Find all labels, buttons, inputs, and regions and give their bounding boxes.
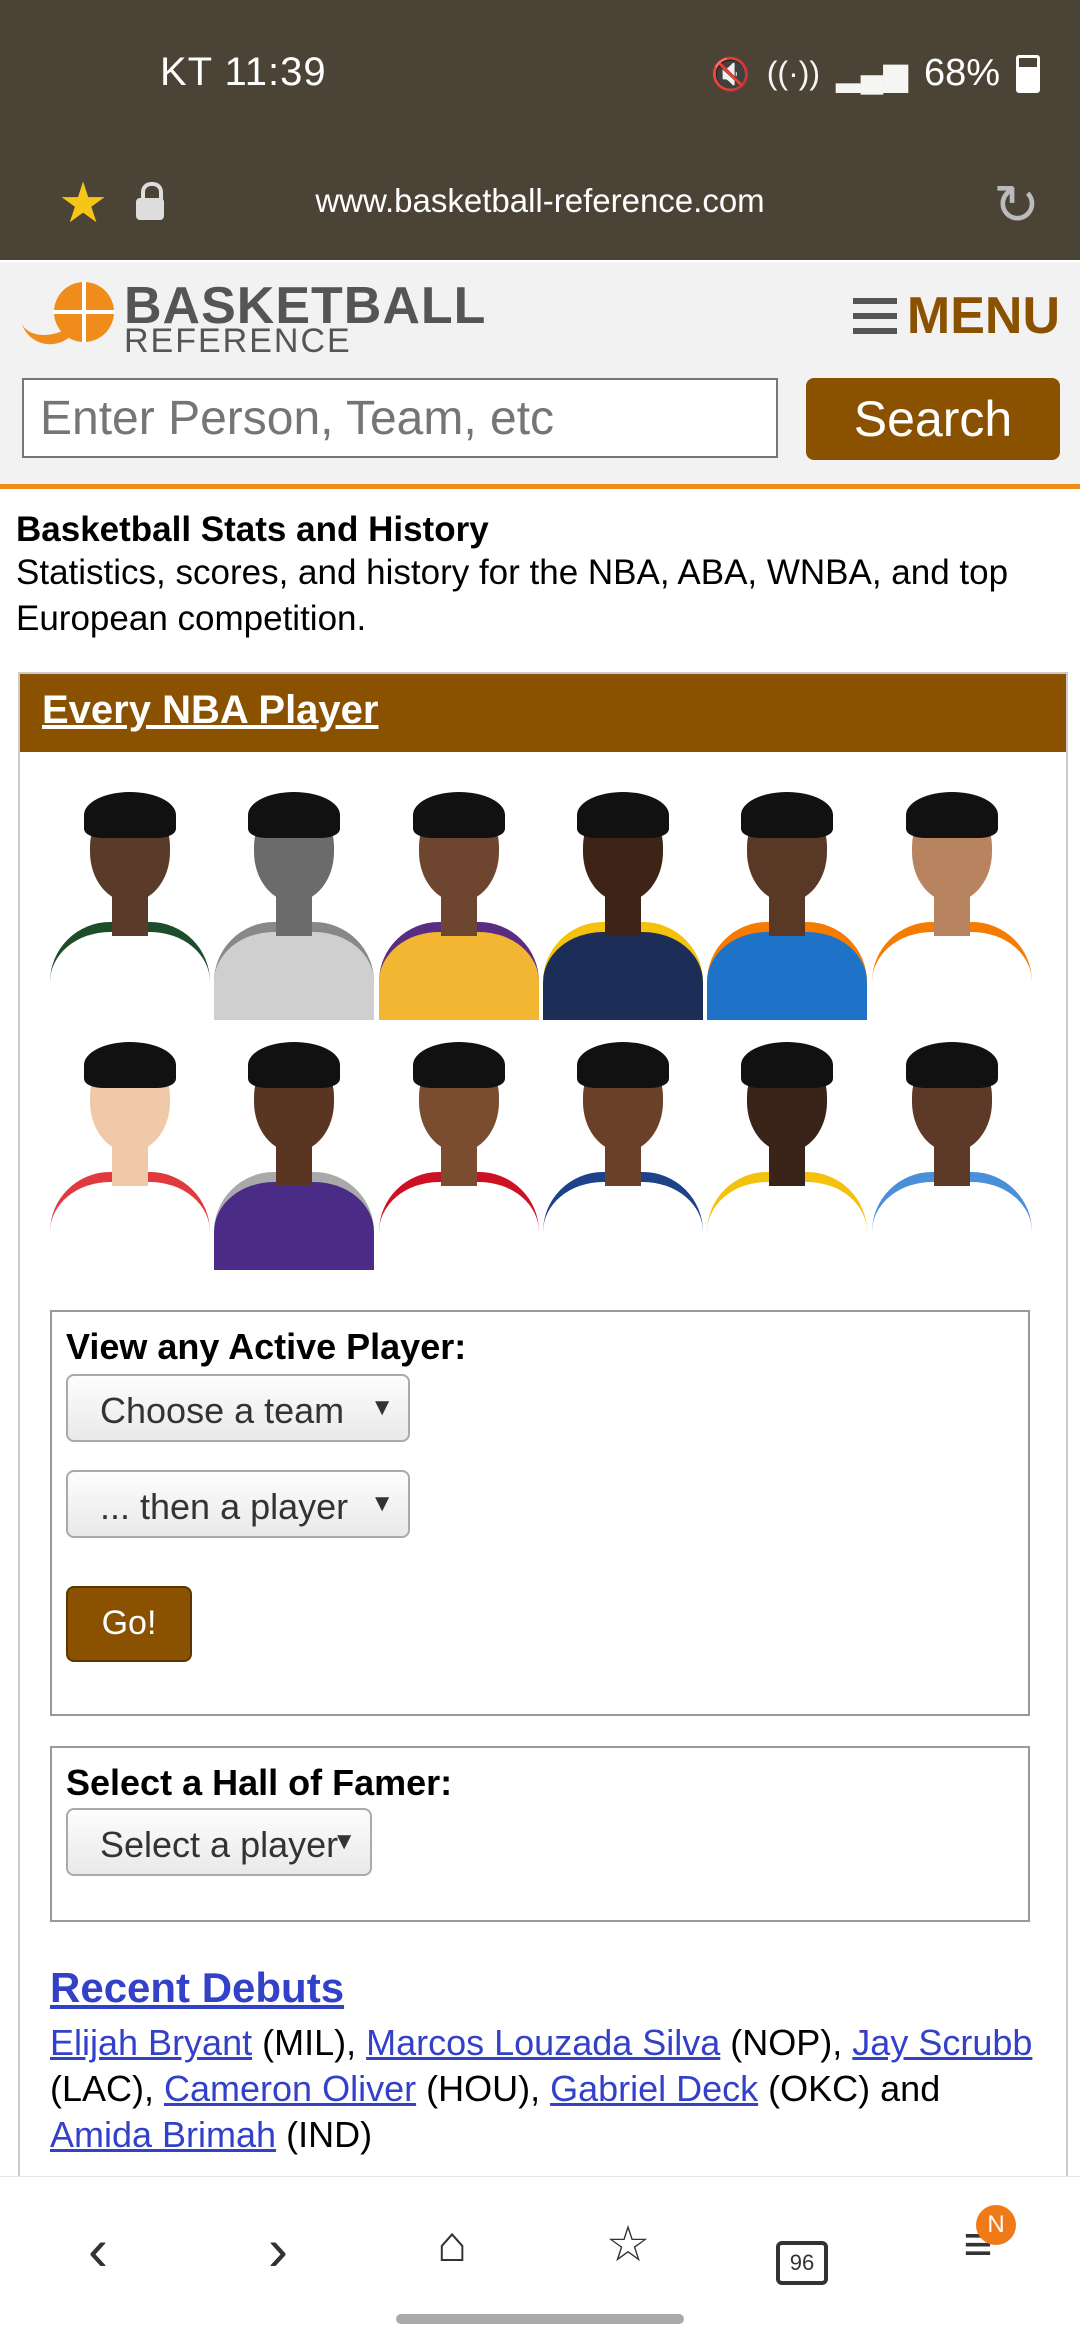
bookmarks-icon[interactable]: ☆	[588, 2215, 668, 2295]
debut-team: (NOP),	[720, 2022, 853, 2063]
debut-player-link[interactable]: Cameron Oliver	[164, 2068, 416, 2109]
wifi-icon: ((·))	[766, 55, 821, 91]
dropdown-arrow-icon: ▼	[332, 1828, 356, 1855]
player-photo[interactable]	[214, 1024, 375, 1270]
intro-text: Statistics, scores, and history for the …	[16, 553, 1009, 638]
debut-player-link[interactable]: Amida Brimah	[50, 2114, 276, 2155]
forward-icon[interactable]: ›	[238, 2215, 318, 2295]
search-input[interactable]	[22, 378, 778, 458]
debut-team: (OKC) and	[758, 2068, 941, 2109]
status-bar: KT 11:39 🔇 ((·)) ▂▄▆ 68%	[0, 0, 1080, 160]
menu-icon[interactable]: ≡ N	[938, 2205, 1018, 2295]
debut-player-link[interactable]: Marcos Louzada Silva	[366, 2022, 720, 2063]
player-photo[interactable]	[50, 774, 210, 1020]
team-select-value: Choose a team	[100, 1390, 345, 1431]
dropdown-arrow-icon: ▼	[370, 1394, 394, 1421]
battery-icon	[1016, 54, 1040, 93]
debut-player-link[interactable]: Jay Scrubb	[852, 2022, 1032, 2063]
search-button[interactable]: Search	[806, 378, 1060, 460]
player-photo[interactable]	[707, 774, 868, 1020]
player-photo-grid	[50, 774, 1034, 1270]
dropdown-arrow-icon: ▼	[370, 1490, 394, 1517]
player-photo[interactable]	[871, 774, 1032, 1020]
player-photo[interactable]	[214, 774, 375, 1020]
player-photo[interactable]	[707, 1024, 868, 1270]
player-select[interactable]: ... then a player ▼	[66, 1470, 410, 1538]
go-button[interactable]: Go!	[66, 1586, 192, 1662]
active-player-form: View any Active Player: Choose a team ▼ …	[50, 1310, 1030, 1716]
player-photo[interactable]	[378, 774, 539, 1020]
gesture-bar	[396, 2314, 684, 2324]
notification-badge: N	[976, 2205, 1016, 2245]
recent-debuts-list: Elijah Bryant (MIL), Marcos Louzada Silv…	[50, 2020, 1040, 2158]
battery-percent: 68%	[923, 52, 1000, 94]
player-photo[interactable]	[871, 1024, 1032, 1270]
recent-debuts: Recent Debuts Elijah Bryant (MIL), Marco…	[50, 1964, 1040, 2158]
player-select-value: ... then a player	[100, 1486, 349, 1527]
mute-icon: 🔇	[710, 55, 751, 92]
hall-of-fame-select[interactable]: Select a player ▼	[66, 1808, 372, 1876]
hall-of-fame-label: Select a Hall of Famer:	[66, 1762, 453, 1803]
home-icon[interactable]: ⌂	[412, 2215, 492, 2295]
menu-button[interactable]: MENU	[852, 286, 1060, 346]
logo-subtitle[interactable]: REFERENCE	[124, 322, 352, 361]
site-header: BASKETBALL REFERENCE MENU Search	[0, 262, 1080, 489]
intro-title: Basketball Stats and History	[16, 510, 489, 549]
browser-url-bar: ★ www.basketball-reference.com ↻	[0, 160, 1080, 260]
debut-team: (HOU),	[416, 2068, 551, 2109]
section-header: Every NBA Player	[20, 674, 1066, 752]
tabs-count: 96	[776, 2241, 828, 2285]
player-photo[interactable]	[50, 1024, 210, 1270]
debut-player-link[interactable]: Elijah Bryant	[50, 2022, 252, 2063]
player-photo[interactable]	[378, 1024, 539, 1270]
status-icons: 🔇 ((·)) ▂▄▆ 68%	[711, 52, 1040, 95]
hamburger-icon	[852, 298, 897, 334]
url-text[interactable]: www.basketball-reference.com	[0, 182, 1080, 220]
every-nba-player-link[interactable]: Every NBA Player	[42, 688, 378, 733]
basketball-logo-icon[interactable]	[17, 278, 118, 351]
player-photo[interactable]	[542, 1024, 703, 1270]
back-icon[interactable]: ‹	[58, 2215, 138, 2295]
hall-of-fame-select-value: Select a player	[100, 1824, 339, 1865]
debut-team: (LAC),	[50, 2068, 165, 2109]
debut-team: (MIL),	[252, 2022, 367, 2063]
status-carrier-time: KT 11:39	[160, 50, 327, 94]
tabs-button[interactable]: 96	[762, 2215, 842, 2295]
active-player-label: View any Active Player:	[66, 1326, 467, 1367]
intro: Basketball Stats and History Statistics,…	[16, 510, 1066, 642]
menu-label: MENU	[906, 287, 1060, 345]
recent-debuts-title[interactable]: Recent Debuts	[50, 1964, 1040, 2012]
player-photo[interactable]	[542, 774, 703, 1020]
hall-of-fame-form: Select a Hall of Famer: Select a player …	[50, 1746, 1030, 1922]
debut-player-link[interactable]: Gabriel Deck	[550, 2068, 758, 2109]
reload-icon[interactable]: ↻	[993, 172, 1040, 238]
debut-team: (IND)	[276, 2114, 373, 2155]
signal-icon: ▂▄▆	[836, 55, 908, 92]
team-select[interactable]: Choose a team ▼	[66, 1374, 410, 1442]
